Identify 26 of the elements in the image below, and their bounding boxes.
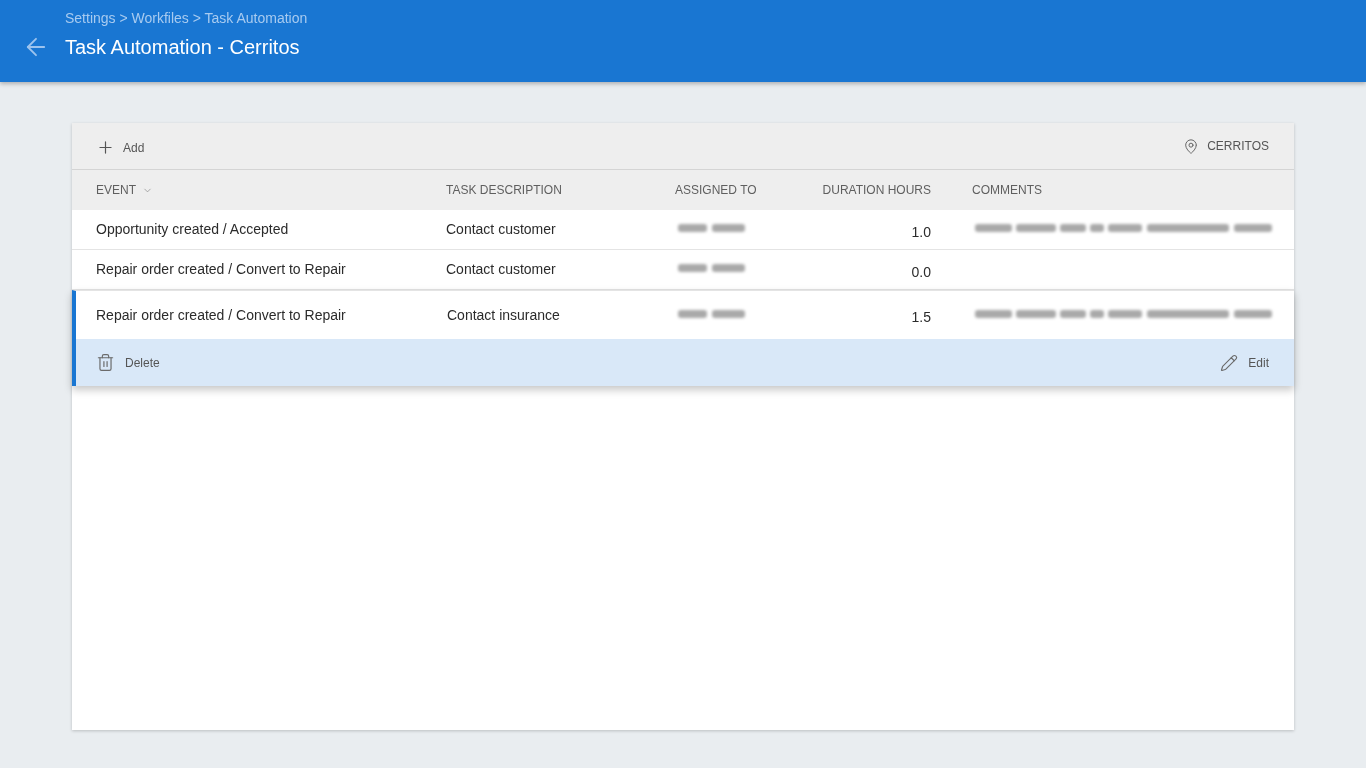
table-row[interactable]: Opportunity created / Accepted Contact customer 1.0 (72, 210, 1294, 250)
page-title: Task Automation - Cerritos (65, 35, 301, 60)
table-cell-text: Contact customer (446, 260, 556, 279)
table-cell-text: Opportunity created / Accepted (96, 220, 289, 239)
location-button[interactable]: CERRITOS (1183, 137, 1269, 155)
edit-button[interactable]: Edit (1220, 353, 1269, 372)
table-cell-text: 0.0 (911, 262, 931, 282)
table-cell-text: Contact insurance (446, 305, 560, 325)
table-cell-text: 1.0 (911, 222, 931, 242)
table-cell-text: Repair order created / Convert to Repair (96, 260, 346, 279)
delete-button[interactable]: Delete (96, 353, 160, 372)
pencil-icon (1220, 353, 1239, 372)
column-header[interactable]: DURATION HOURS (822, 181, 931, 199)
add-button[interactable]: Add (96, 135, 145, 157)
table-cell-text: Contact customer (446, 220, 556, 239)
column-header[interactable]: ASSIGNED TO (675, 181, 757, 199)
column-header[interactable]: TASK DESCRIPTION (446, 181, 562, 199)
column-header[interactable]: COMMENTS (972, 181, 1042, 199)
column-header[interactable]: EVENT (96, 181, 153, 199)
table-row[interactable]: Repair order created / Convert to Repair Contact insurance 1.5 (76, 291, 1294, 339)
trash-icon (96, 353, 115, 372)
table-row[interactable]: Repair order created / Convert to Repair Contact customer 0.0 (72, 250, 1294, 290)
plus-icon (96, 138, 115, 157)
table-cell-text: Repair order created / Convert to Repair (96, 305, 346, 325)
location-pin-icon (1183, 137, 1200, 155)
table-cell-text: 1.5 (911, 308, 931, 327)
